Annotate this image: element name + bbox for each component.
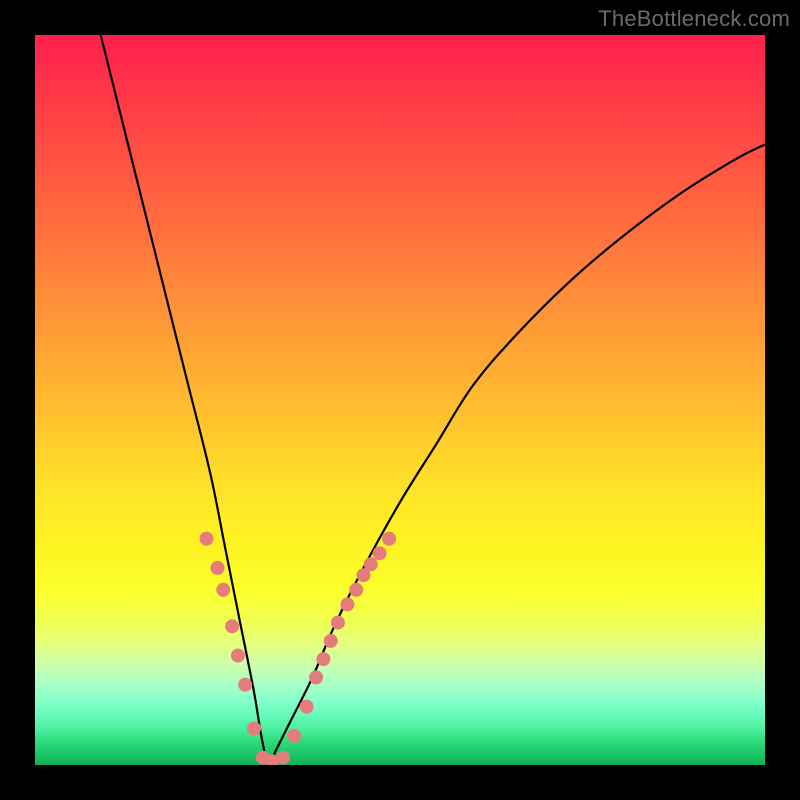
sample-dot <box>216 583 230 597</box>
sample-dot <box>200 532 214 546</box>
sample-dot <box>231 649 245 663</box>
sample-dot <box>324 634 338 648</box>
chart-svg <box>35 35 765 765</box>
sample-dot <box>364 557 378 571</box>
sample-dot <box>225 619 239 633</box>
sample-dot <box>300 700 314 714</box>
chart-frame: TheBottleneck.com <box>0 0 800 800</box>
sample-dot <box>382 532 396 546</box>
bottleneck-curve <box>101 35 765 765</box>
sample-dot <box>373 546 387 560</box>
sample-dot <box>238 678 252 692</box>
sample-dot <box>287 729 301 743</box>
sample-dot <box>247 722 261 736</box>
sample-dot <box>276 751 290 765</box>
sample-dot <box>340 597 354 611</box>
plot-area <box>35 35 765 765</box>
sample-dot <box>316 652 330 666</box>
sample-dot <box>309 670 323 684</box>
sample-dot <box>349 583 363 597</box>
sample-dot <box>211 561 225 575</box>
watermark-text: TheBottleneck.com <box>598 6 790 32</box>
sample-dot <box>331 616 345 630</box>
